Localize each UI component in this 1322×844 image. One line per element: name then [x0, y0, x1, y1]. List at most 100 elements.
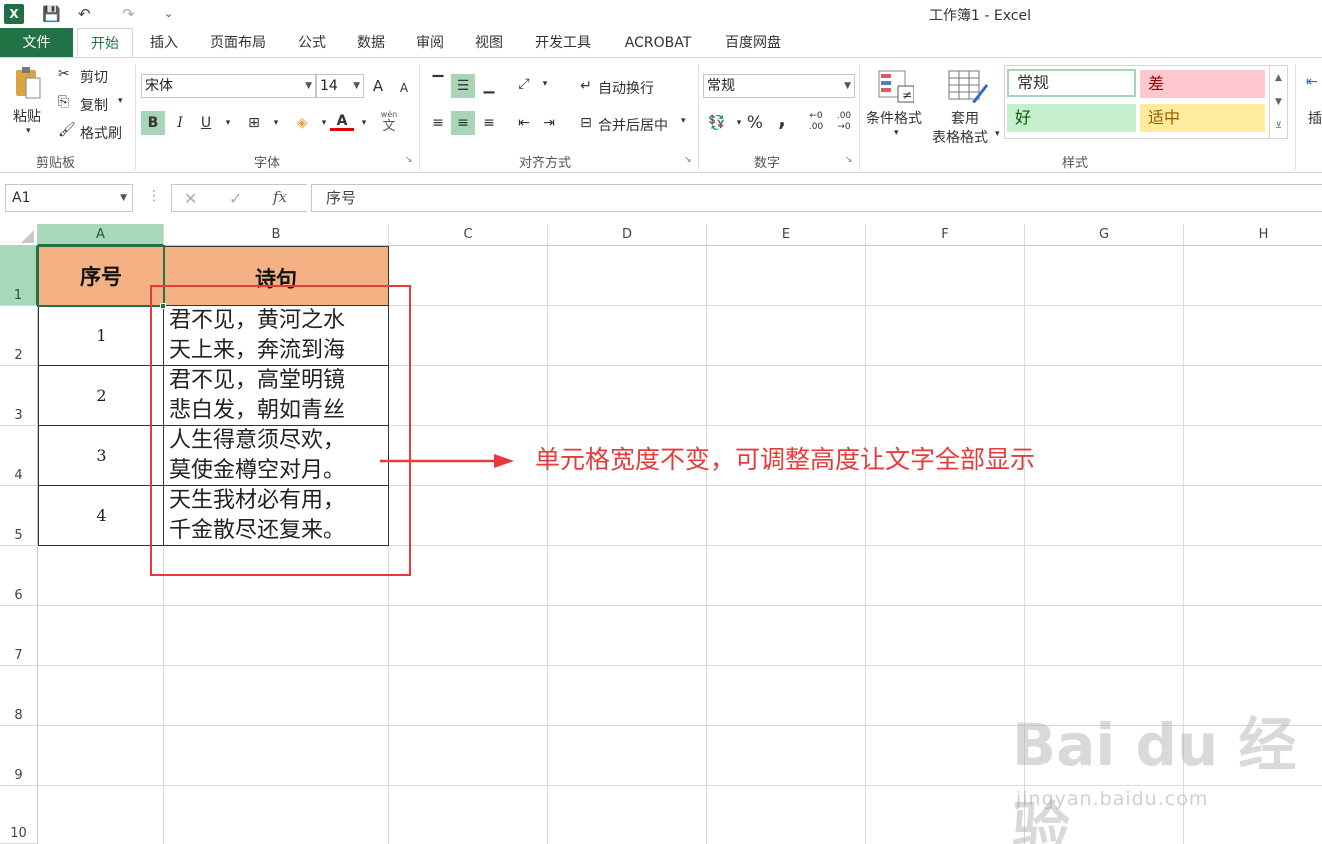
alignment-dialog-launcher-icon[interactable]: ↘ — [684, 155, 692, 165]
cell-a4[interactable]: 3 — [38, 426, 164, 486]
save-icon[interactable]: 💾 — [42, 4, 61, 24]
copy-dropdown-icon[interactable]: ▾ — [118, 96, 123, 106]
row-header-6[interactable]: 6 — [0, 546, 38, 606]
phonetic-guide-icon[interactable]: wén 文 — [377, 110, 401, 134]
tab-review[interactable]: 审阅 — [404, 28, 456, 58]
worksheet-grid[interactable]: A B C D E F G H 1 2 3 4 5 6 7 8 9 10 序号 … — [0, 224, 1322, 844]
font-dialog-launcher-icon[interactable]: ↘ — [405, 155, 413, 165]
align-right-icon[interactable]: ≡ — [477, 111, 501, 135]
column-header-c[interactable]: C — [389, 224, 548, 246]
customize-qat-icon[interactable]: ⌄ — [164, 4, 173, 24]
align-middle-icon[interactable]: ☰ — [451, 74, 475, 98]
decrease-decimal-icon[interactable]: .00 →0 — [832, 111, 856, 135]
column-header-g[interactable]: G — [1025, 224, 1184, 246]
tab-formulas[interactable]: 公式 — [286, 28, 338, 58]
column-header-a[interactable]: A — [38, 224, 164, 246]
italic-button[interactable]: I — [168, 111, 192, 135]
insert-cells-button[interactable]: 插 — [1308, 108, 1322, 128]
format-painter-button[interactable]: 格式刷 — [80, 123, 122, 143]
gallery-more-icon[interactable]: ⊻ — [1270, 114, 1287, 138]
row-header-9[interactable]: 9 — [0, 726, 38, 786]
font-color-icon[interactable]: A — [330, 109, 354, 131]
increase-decimal-icon[interactable]: ←0.00 — [804, 111, 828, 135]
style-normal[interactable]: 常规 — [1007, 69, 1136, 97]
style-neutral[interactable]: 适中 — [1140, 104, 1265, 132]
merge-center-icon[interactable]: ⊟ — [574, 111, 598, 135]
cell-a3[interactable]: 2 — [38, 366, 164, 426]
insert-cells-icon[interactable]: ⇤ — [1306, 74, 1318, 90]
tab-insert[interactable]: 插入 — [138, 28, 190, 58]
tab-home[interactable]: 开始 — [77, 28, 133, 58]
tab-baidu-netdisk[interactable]: 百度网盘 — [712, 28, 794, 58]
tab-developer[interactable]: 开发工具 — [522, 28, 604, 58]
table-format-dropdown-icon[interactable]: ▾ — [995, 129, 1000, 139]
redo-icon[interactable]: ↷ — [122, 4, 135, 24]
name-box[interactable]: A1 ▼ — [5, 184, 133, 212]
align-center-icon[interactable]: ≡ — [451, 111, 475, 135]
column-header-h[interactable]: H — [1184, 224, 1322, 246]
accounting-format-icon[interactable]: 💱 — [705, 111, 729, 135]
grow-font-icon[interactable]: A — [366, 74, 390, 98]
conditional-format-icon[interactable]: ≠ — [878, 70, 915, 104]
column-header-b[interactable]: B — [164, 224, 389, 246]
font-size-combo[interactable]: 14 ▼ — [316, 74, 364, 98]
align-top-icon[interactable]: ▔ — [426, 72, 450, 96]
wrap-text-icon[interactable]: ↵ — [574, 74, 598, 98]
merge-center-button[interactable]: 合并后居中 — [598, 115, 668, 135]
gallery-scroll-down-icon[interactable]: ▼ — [1270, 90, 1287, 114]
wrap-text-button[interactable]: 自动换行 — [598, 78, 654, 98]
gallery-scroll[interactable]: ▲ ▼ ⊻ — [1269, 66, 1287, 138]
font-name-combo[interactable]: 宋体 ▼ — [141, 74, 316, 98]
shrink-font-icon[interactable]: A — [392, 76, 416, 100]
tab-page-layout[interactable]: 页面布局 — [198, 28, 278, 58]
tab-file[interactable]: 文件 — [0, 28, 73, 58]
underline-dropdown-icon[interactable]: ▾ — [216, 111, 240, 135]
style-bad[interactable]: 差 — [1140, 70, 1265, 98]
font-color-dropdown-icon[interactable]: ▾ — [352, 111, 376, 135]
tab-view[interactable]: 视图 — [463, 28, 515, 58]
comma-style-button[interactable]: , — [770, 107, 794, 131]
underline-button[interactable]: U — [194, 111, 218, 135]
row-header-7[interactable]: 7 — [0, 606, 38, 666]
row-header-1[interactable]: 1 — [0, 246, 38, 306]
format-painter-icon[interactable]: 🖌 — [58, 122, 76, 138]
increase-indent-icon[interactable]: ⇥ — [537, 111, 561, 135]
borders-dropdown-icon[interactable]: ▾ — [264, 111, 288, 135]
copy-button[interactable]: 复制 — [80, 95, 108, 115]
column-header-f[interactable]: F — [866, 224, 1025, 246]
number-format-combo[interactable]: 常规 ▼ — [703, 74, 855, 98]
table-format-button-line1[interactable]: 套用 — [951, 108, 979, 128]
formula-input[interactable]: 序号 — [311, 184, 1322, 212]
row-header-10[interactable]: 10 — [0, 786, 38, 844]
table-format-icon[interactable] — [948, 70, 988, 104]
paste-dropdown-icon[interactable]: ▾ — [26, 126, 31, 136]
paste-icon[interactable] — [14, 66, 42, 100]
enter-icon[interactable]: ✓ — [229, 189, 242, 208]
row-header-2[interactable]: 2 — [0, 306, 38, 366]
number-dialog-launcher-icon[interactable]: ↘ — [845, 155, 853, 165]
borders-icon[interactable]: ⊞ — [242, 111, 266, 135]
insert-function-icon[interactable]: fx — [273, 188, 287, 206]
conditional-dropdown-icon[interactable]: ▾ — [894, 128, 899, 138]
column-header-d[interactable]: D — [548, 224, 707, 246]
row-header-5[interactable]: 5 — [0, 486, 38, 546]
fill-color-icon[interactable]: ◈ — [290, 111, 314, 135]
undo-icon[interactable]: ↶ — [78, 4, 91, 24]
row-header-4[interactable]: 4 — [0, 426, 38, 486]
conditional-format-button[interactable]: 条件格式 — [866, 108, 922, 128]
paste-button[interactable]: 粘贴 — [13, 106, 41, 126]
copy-icon[interactable]: ⎘ — [58, 94, 69, 110]
column-header-e[interactable]: E — [707, 224, 866, 246]
decrease-indent-icon[interactable]: ⇤ — [512, 111, 536, 135]
align-left-icon[interactable]: ≡ — [426, 111, 450, 135]
chevron-down-icon[interactable]: ▼ — [120, 185, 127, 211]
select-all-corner[interactable] — [0, 224, 38, 246]
cell-a2[interactable]: 1 — [38, 306, 164, 366]
cut-button[interactable]: 剪切 — [80, 67, 108, 87]
row-header-8[interactable]: 8 — [0, 666, 38, 726]
style-good[interactable]: 好 — [1007, 104, 1136, 132]
gallery-scroll-up-icon[interactable]: ▲ — [1270, 66, 1287, 90]
percent-style-button[interactable]: % — [743, 111, 767, 135]
cell-a5[interactable]: 4 — [38, 486, 164, 546]
cancel-icon[interactable]: ✕ — [184, 189, 197, 208]
